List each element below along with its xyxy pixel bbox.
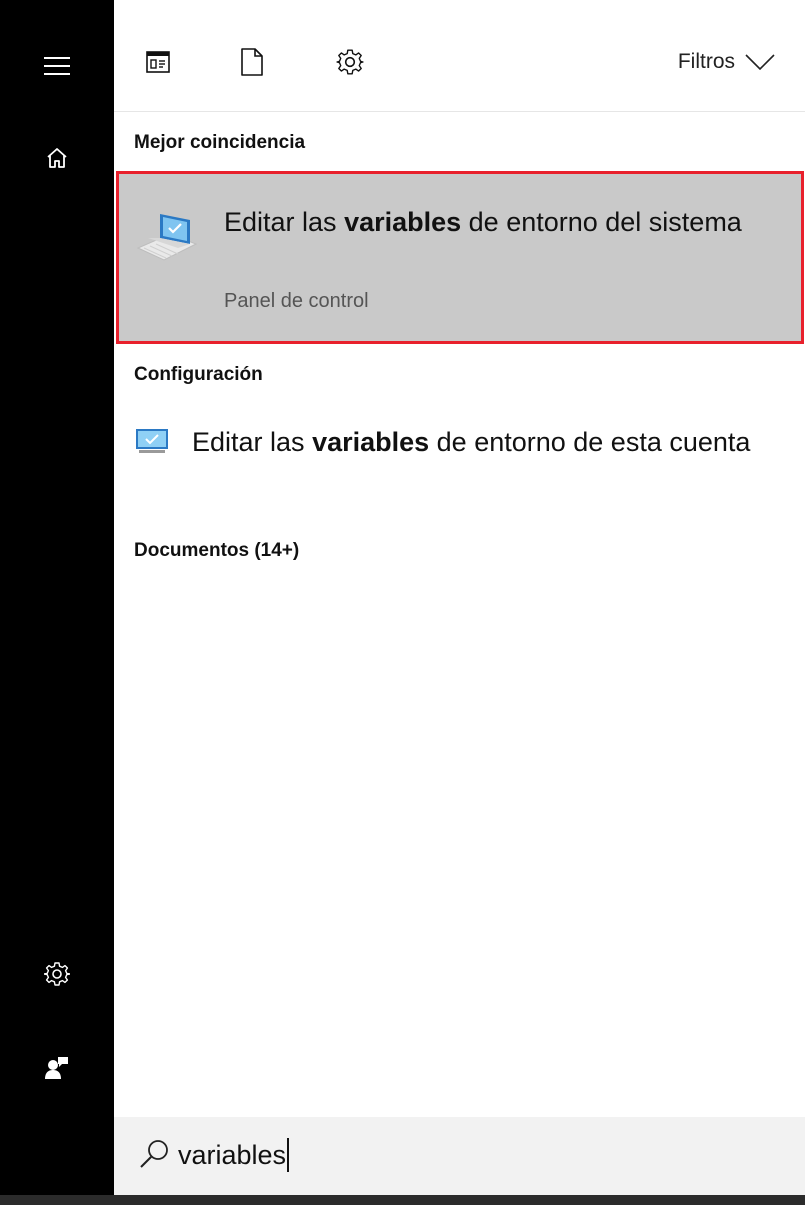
documents-filter-button[interactable] (230, 40, 274, 84)
taskbar-edge (0, 1195, 805, 1205)
filters-label: Filtros (677, 50, 735, 73)
system-environment-icon (136, 214, 198, 261)
settings-result-title: Editar las variables de entorno de esta … (192, 427, 751, 457)
left-rail (0, 0, 114, 1205)
documents-heading[interactable]: Documentos (14+) (134, 540, 299, 562)
search-bar[interactable]: variables (114, 1117, 805, 1195)
gear-icon (44, 962, 70, 986)
monitor-icon (136, 429, 168, 453)
settings-icon (336, 49, 364, 75)
user-feedback-icon (45, 1057, 68, 1079)
apps-filter-button[interactable] (136, 40, 180, 84)
text-caret (287, 1138, 290, 1172)
hamburger-menu-button[interactable] (0, 36, 114, 96)
settings-filter-button[interactable] (328, 40, 372, 84)
chevron-down-icon (745, 54, 775, 70)
best-match-title: Editar las variables de entorno del sist… (224, 207, 742, 237)
feedback-button[interactable] (0, 1038, 114, 1098)
best-match-subtitle: Panel de control (224, 290, 369, 312)
search-results-panel: Filtros Mejor coincidencia Editar las va… (114, 0, 805, 1205)
best-match-heading: Mejor coincidencia (134, 132, 306, 153)
home-icon (47, 148, 67, 168)
search-icon (140, 1140, 168, 1168)
filter-toolbar: Filtros (114, 0, 805, 112)
settings-result-item[interactable]: Editar las variables de entorno de esta … (114, 408, 805, 508)
apps-icon (146, 51, 170, 73)
filters-dropdown[interactable]: Filtros (678, 44, 775, 80)
document-icon (241, 48, 263, 76)
best-match-result[interactable]: Editar las variables de entorno del sist… (116, 171, 804, 344)
home-button[interactable] (0, 128, 114, 188)
settings-heading: Configuración (134, 364, 263, 385)
settings-button[interactable] (0, 944, 114, 1004)
search-input[interactable]: variables (178, 1133, 290, 1177)
hamburger-menu-icon (44, 57, 70, 75)
